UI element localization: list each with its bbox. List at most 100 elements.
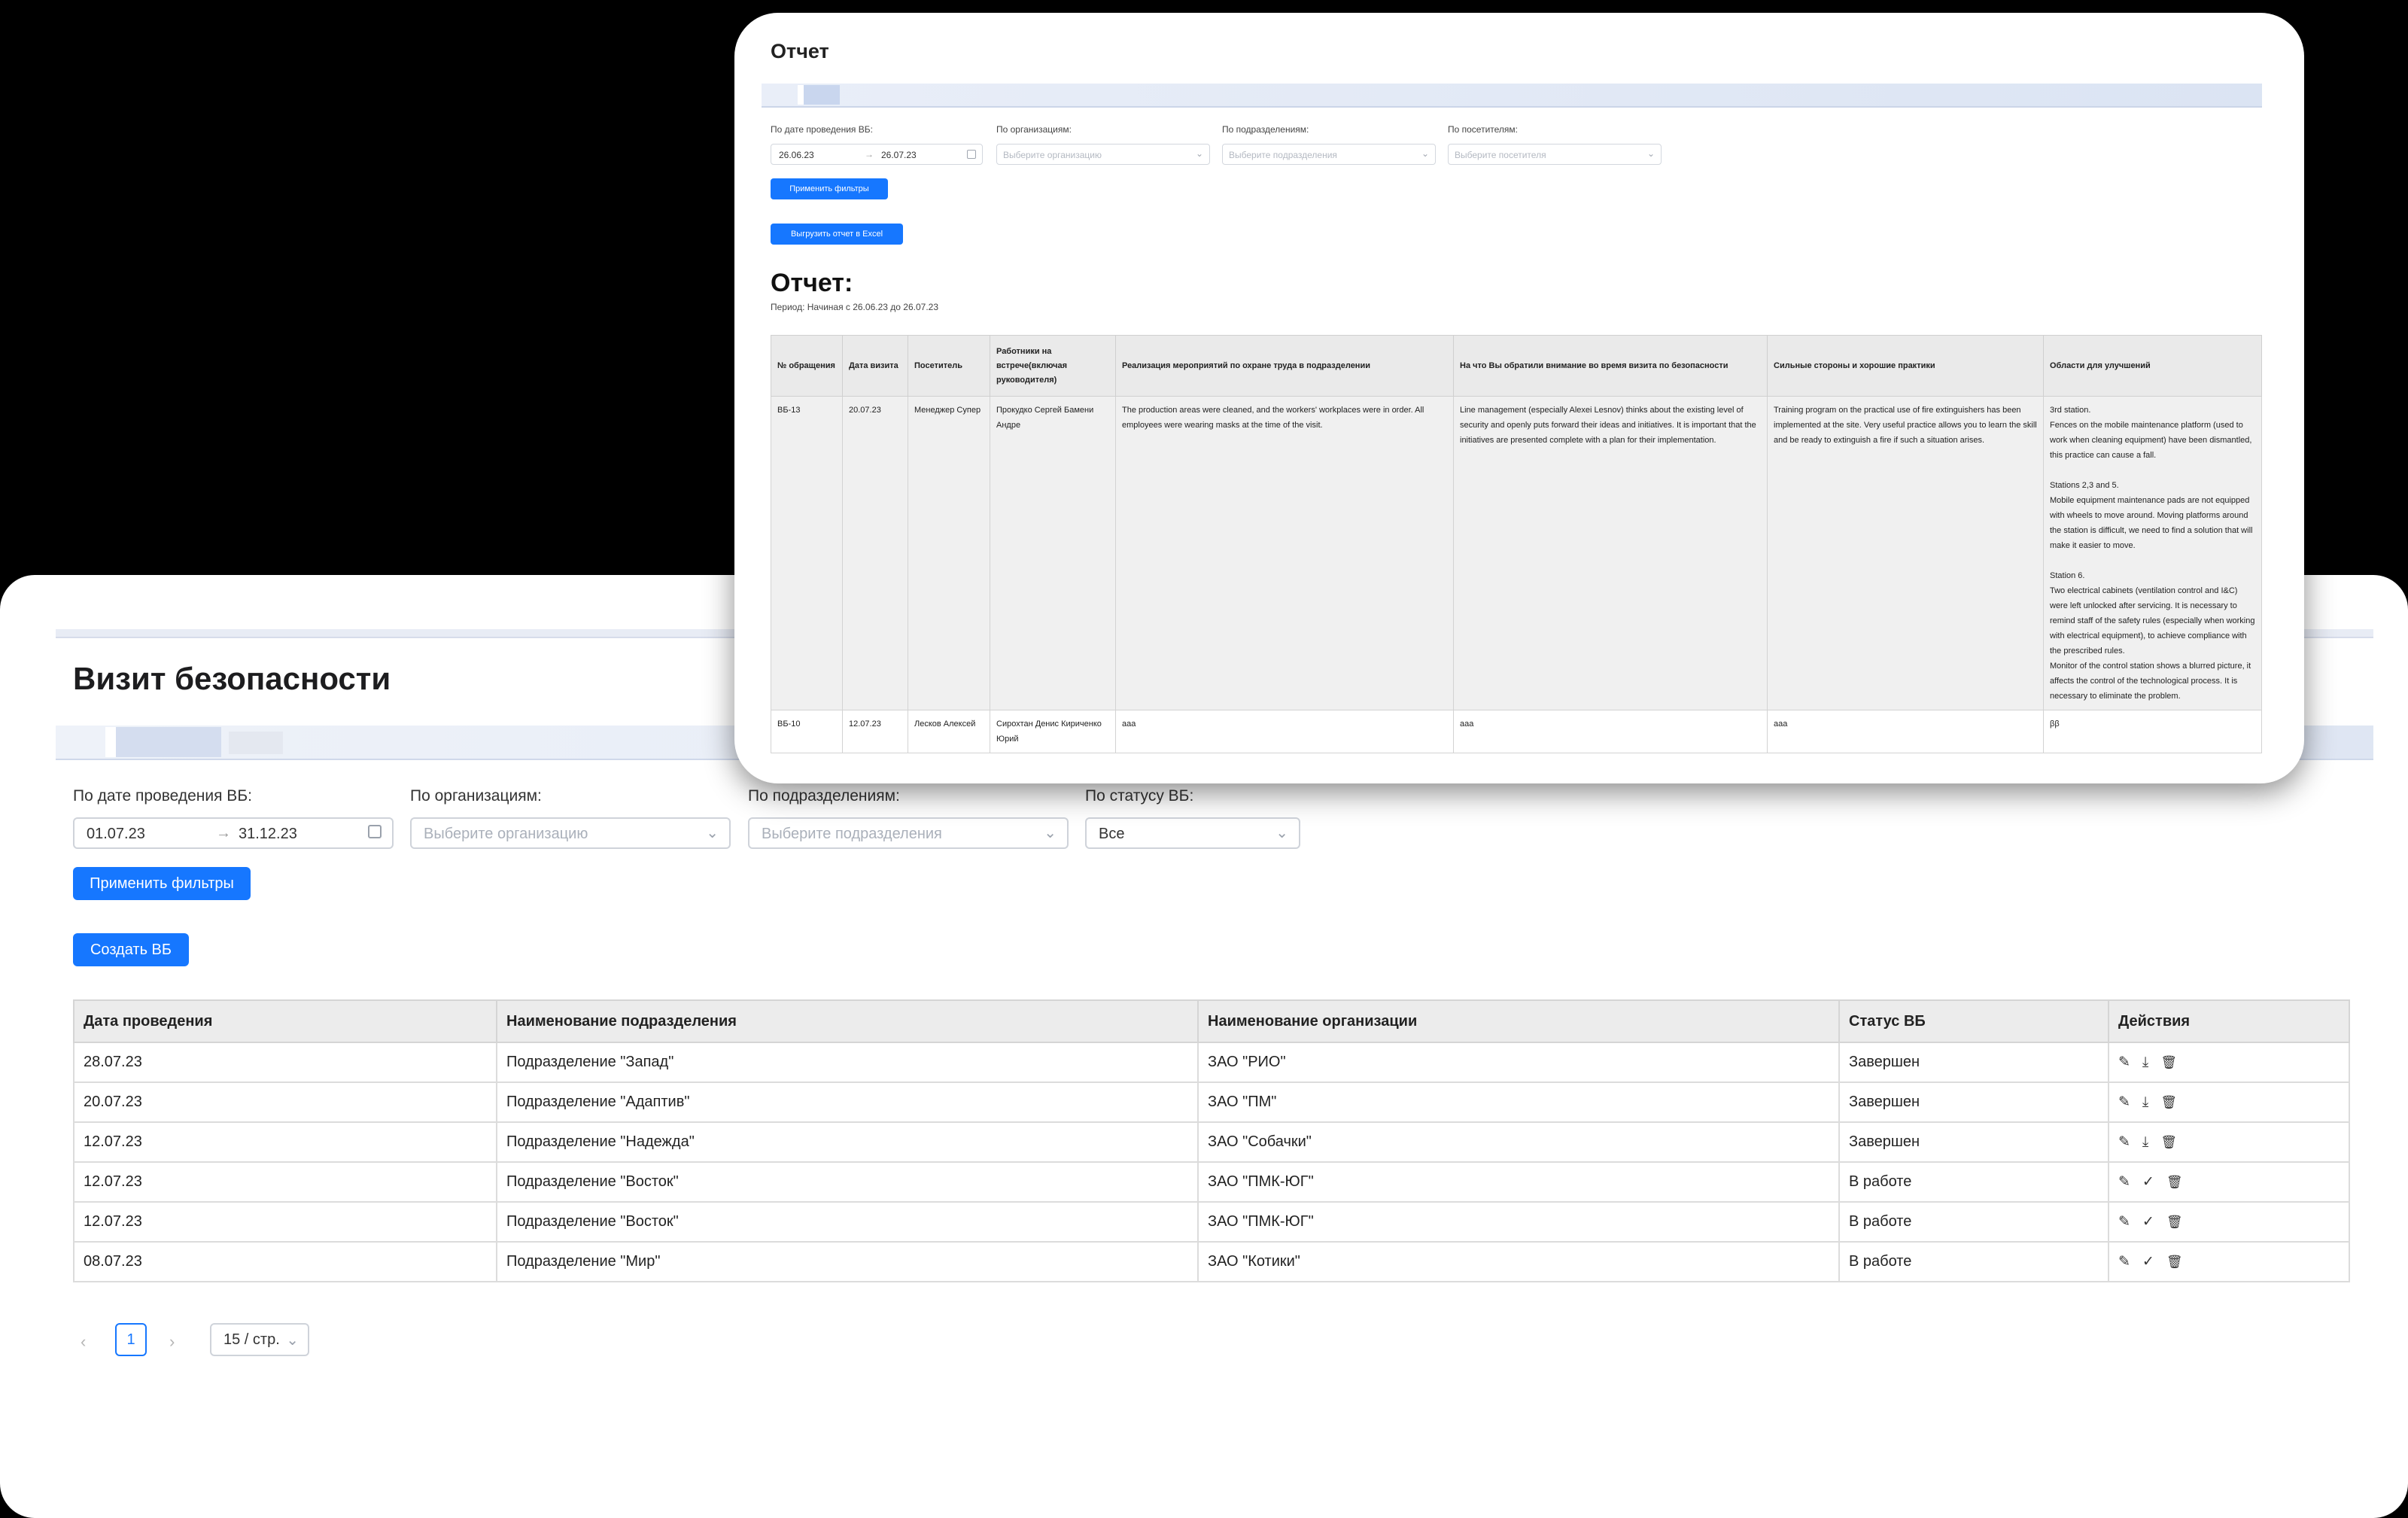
pagination-next-icon[interactable]: › [169,1332,175,1352]
column-header-organization[interactable]: Наименование организации [1197,999,1840,1043]
report-cell-attention: ааа [1453,710,1768,753]
calendar-icon[interactable] [368,825,382,838]
cell-actions: ✎ ⤓ 🗑︎ [2108,1042,2350,1083]
cell-actions: ✎ ✓ 🗑︎ [2108,1241,2350,1282]
report-date-range-picker[interactable]: 26.06.23 → 26.07.23 [771,144,983,165]
report-window-title: Отчет [771,40,829,62]
report-org-select[interactable]: Выберите организацию ⌄ [996,144,1210,165]
check-icon[interactable]: ✓ [2142,1173,2154,1191]
download-icon[interactable]: ⤓ [2142,1134,2148,1151]
check-icon[interactable]: ✓ [2142,1213,2154,1231]
tab-item[interactable] [229,732,283,754]
create-visit-button[interactable]: Создать ВБ [73,933,189,966]
report-cell-workers: Прокудко Сергей Бамени Андре [990,396,1116,710]
calendar-icon[interactable] [967,150,976,159]
report-dept-select[interactable]: Выберите подразделения ⌄ [1222,144,1436,165]
report-dept-placeholder: Выберите подразделения [1229,150,1337,160]
table-row[interactable]: 12.07.23 Подразделение "Восток" ЗАО "ПМК-Ю… [73,1161,2350,1203]
report-date-to[interactable]: 26.07.23 [881,150,917,160]
date-from[interactable]: 01.07.23 [87,826,145,843]
date-separator: → [865,149,874,160]
report-cell-date: 20.07.23 [842,396,908,710]
cell-department: Подразделение "Восток" [496,1161,1199,1203]
delete-icon[interactable]: 🗑︎ [2160,1095,2177,1110]
row-actions: ✎ ✓ 🗑︎ [2118,1173,2340,1191]
report-cell-measures: The production areas were cleaned, and t… [1115,396,1454,710]
cell-date: 08.07.23 [73,1241,497,1282]
pagination-page-1[interactable]: 1 [115,1323,147,1356]
report-visitor-placeholder: Выберите посетителя [1455,150,1546,160]
date-range-picker[interactable]: 01.07.23 → 31.12.23 [73,817,394,849]
edit-icon[interactable]: ✎ [2118,1133,2130,1151]
report-dept-filter-label: По подразделениям: [1222,124,1309,135]
chevron-down-icon: ⌄ [1646,148,1655,159]
delete-icon[interactable]: 🗑︎ [2166,1175,2183,1190]
report-col-improvements: Области для улучшений [2043,335,2262,397]
report-visitor-select[interactable]: Выберите посетителя ⌄ [1448,144,1662,165]
delete-icon[interactable]: 🗑︎ [2160,1055,2177,1070]
report-col-visitor: Посетитель [908,335,990,397]
report-tab-strip [762,84,2262,108]
edit-icon[interactable]: ✎ [2118,1094,2130,1111]
table-row[interactable]: 12.07.23 Подразделение "Надежда" ЗАО "Соба… [73,1121,2350,1163]
column-header-date[interactable]: Дата проведения [73,999,497,1043]
report-date-filter-label: По дате проведения ВБ: [771,124,873,135]
table-row[interactable]: 28.07.23 Подразделение "Запад" ЗАО "РИО" За… [73,1042,2350,1083]
delete-icon[interactable]: 🗑︎ [2166,1215,2183,1230]
report-org-filter-label: По организациям: [996,124,1072,135]
report-date-from[interactable]: 26.06.23 [779,150,814,160]
chevron-down-icon: ⌄ [1421,148,1429,159]
status-select-value: Все [1099,826,1125,842]
table-row[interactable]: 08.07.23 Подразделение "Мир" ЗАО "Котики" В… [73,1241,2350,1282]
cell-status: Завершен [1838,1081,2109,1123]
download-icon[interactable]: ⤓ [2142,1094,2148,1111]
edit-icon[interactable]: ✎ [2118,1054,2130,1071]
tab-item[interactable] [798,85,804,105]
page-size-select[interactable]: 15 / стр. ⌄ [210,1323,309,1356]
org-select-placeholder: Выберите организацию [424,826,588,842]
tab-item[interactable] [116,727,221,757]
edit-icon[interactable]: ✎ [2118,1253,2130,1270]
report-cell-visitor: Лесков Алексей [908,710,990,753]
chevron-down-icon: ⌄ [706,825,719,841]
check-icon[interactable]: ✓ [2142,1253,2154,1270]
cell-organization: ЗАО "ПМК-ЮГ" [1197,1161,1840,1203]
column-header-department[interactable]: Наименование подразделения [496,999,1199,1043]
dept-select[interactable]: Выберите подразделения ⌄ [748,817,1069,849]
report-cell-strengths: ааа [1767,710,2044,753]
report-col-strengths: Сильные стороны и хорошие практики [1767,335,2044,397]
report-cell-measures: ааа [1115,710,1454,753]
pagination-prev-icon[interactable]: ‹ [81,1332,86,1352]
tab-item[interactable] [105,727,116,757]
edit-icon[interactable]: ✎ [2118,1213,2130,1231]
tab-item[interactable] [804,85,840,105]
report-visitor-filter-label: По посетителям: [1448,124,1518,135]
edit-icon[interactable]: ✎ [2118,1173,2130,1191]
report-window: Отчет По дате проведения ВБ: 26.06.23 → … [734,13,2304,783]
chevron-down-icon: ⌄ [286,1332,299,1349]
column-header-status[interactable]: Статус ВБ [1838,999,2109,1043]
table-row[interactable]: 20.07.23 Подразделение "Адаптив" ЗАО "ПМ" З… [73,1081,2350,1123]
dept-select-placeholder: Выберите подразделения [762,826,942,842]
delete-icon[interactable]: 🗑︎ [2166,1255,2183,1270]
page-title: Визит безопасности [73,661,391,696]
delete-icon[interactable]: 🗑︎ [2160,1135,2177,1150]
date-to[interactable]: 31.12.23 [239,826,297,843]
cell-status: Завершен [1838,1042,2109,1083]
cell-organization: ЗАО "ПМ" [1197,1081,1840,1123]
status-filter-label: По статусу ВБ: [1085,787,1194,805]
table-row[interactable]: 12.07.23 Подразделение "Восток" ЗАО "ПМК-Ю… [73,1201,2350,1243]
column-header-actions: Действия [2108,999,2350,1043]
report-col-workers: Работники на встрече(включая руководител… [990,335,1116,397]
report-apply-filters-button[interactable]: Применить фильтры [771,178,888,199]
report-table: № обращения Дата визита Посетитель Работ… [771,335,2262,753]
org-select[interactable]: Выберите организацию ⌄ [410,817,731,849]
apply-filters-button[interactable]: Применить фильтры [73,867,251,900]
report-cell-improvements: 3rd station. Fences on the mobile mainte… [2043,396,2262,710]
status-select[interactable]: Все ⌄ [1085,817,1300,849]
download-icon[interactable]: ⤓ [2142,1054,2148,1071]
report-table-row: ВБ-13 20.07.23 Менеджер Супер Прокудко Серг… [771,396,2262,710]
cell-date: 12.07.23 [73,1161,497,1203]
cell-actions: ✎ ⤓ 🗑︎ [2108,1081,2350,1123]
export-excel-button[interactable]: Выгрузить отчет в Excel [771,224,903,245]
